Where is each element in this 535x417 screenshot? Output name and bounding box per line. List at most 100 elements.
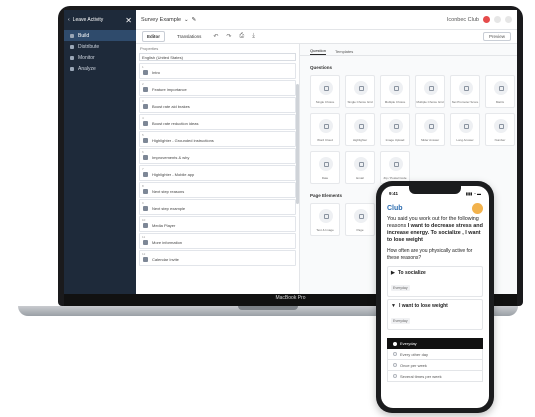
question-type-card[interactable]: Highlighter [345,113,375,146]
outline-question-item[interactable]: 6 Improvements & why [139,148,296,164]
outline-question-item[interactable]: 8 Next step reasons [139,182,296,198]
question-type-card[interactable]: Text & Image [310,203,340,236]
sidebar-item-build[interactable]: Build [64,30,136,41]
outline-question-item[interactable]: 12 Calendar Invite [139,250,296,266]
outline-title: Properties [140,46,159,51]
question-number: 8 [142,184,144,188]
language-select[interactable]: English (United States) [139,53,296,61]
question-type-icon [143,87,148,92]
question-type-card[interactable]: Long Answer [450,113,480,146]
outline-question-item[interactable]: 11 More information [139,233,296,249]
questions-heading: Questions [310,65,333,70]
outline-question-item[interactable]: 1 Intro [139,63,296,79]
question-type-card[interactable]: Net Promoter Score [450,75,480,108]
answer-option[interactable]: Once per week [387,360,483,371]
survey-title[interactable]: Survey Example [141,17,181,23]
download-icon[interactable]: ⤓ [252,33,255,40]
question-type-label: Word Cloud [317,138,333,142]
question-type-label: Email [356,176,364,180]
reason-accordion[interactable]: ▶ To socialize Everyday [387,266,483,297]
question-type-icon [143,206,148,211]
question-type-label: Highlighter [352,138,368,142]
question-type-card[interactable]: Multiple Choice [380,75,410,108]
outline-question-item[interactable]: 2 Feature importance [139,80,296,96]
question-type-card[interactable]: Date [310,151,340,184]
question-type-icon [143,172,148,177]
edit-icon[interactable]: ✎ [192,17,197,23]
signal-icon: ▮▮▮ ◔ ▬ [465,190,481,196]
question-type-card[interactable]: Number [485,113,515,146]
question-number: 6 [142,150,144,154]
question-type-icon [319,157,333,171]
chevron-down-icon[interactable]: ⌄ [184,17,189,23]
question-type-icon [143,240,148,245]
sidebar-item-monitor[interactable]: Monitor [64,52,136,63]
undo-icon[interactable]: ↶ [213,33,218,40]
outline-question-item[interactable]: 10 Media Player [139,216,296,232]
question-label: Boost rate aid brakes [152,104,190,109]
sidebar-item-distribute[interactable]: Distribute [64,41,136,52]
question-type-label: Multiple Choice [384,100,406,104]
question-number: 12 [142,252,146,256]
product-mockup: ‹ Leave Activity ✕ Build Distribute Monito… [0,0,535,417]
question-type-card[interactable]: Zip / Postal Code [380,151,410,184]
question-type-card[interactable]: Word Cloud [310,113,340,146]
question-type-label: Single Choice Grid [347,100,373,104]
question-type-card[interactable]: Multiple Choice Grid [415,75,445,108]
question-type-card[interactable]: Single Choice [310,75,340,108]
question-type-card[interactable]: Single Choice Grid [345,75,375,108]
outline-question-item[interactable]: 4 Boost rate reduction ideas [139,114,296,130]
back-arrow-icon[interactable]: ‹ [68,17,70,23]
question-type-icon [389,81,403,95]
reason-frequency-tag: Everyday [391,285,410,291]
tab-translations[interactable]: Translations [173,32,205,41]
tab-editor[interactable]: Editor [142,31,165,42]
question-number: 3 [142,99,144,103]
print-icon[interactable]: ⎙ [239,33,244,40]
leave-activity-link[interactable]: Leave Activity [73,17,104,23]
question-number: 10 [142,218,146,222]
question-label: Highlighter - Grounded instructions [152,138,214,143]
answer-option[interactable]: Every other day [387,349,483,360]
phone-notch [409,186,461,194]
reason-accordion[interactable]: ▼ I want to lose weight Everyday [387,299,483,330]
settings-icon[interactable] [505,16,512,23]
answer-option[interactable]: Several times per week [387,371,483,382]
question-label: Boost rate reduction ideas [152,121,199,126]
answer-option-label: Everyday [400,341,417,346]
close-icon[interactable]: ✕ [125,16,132,25]
account-name[interactable]: Iconbec Club [447,17,479,23]
question-type-icon [143,138,148,143]
question-type-icon [389,157,403,171]
brand-badge-icon [472,202,483,214]
sidebar-item-analyze[interactable]: Analyze [64,63,136,74]
account-avatar[interactable] [483,16,490,23]
question-type-card[interactable]: Page [345,203,375,236]
preview-button[interactable]: Preview [482,32,511,41]
question-type-icon [319,119,333,133]
question-type-card[interactable]: Slider Answer [415,113,445,146]
question-type-label: Slider Answer [420,138,440,142]
reason-frequency-tag: Everyday [391,318,410,324]
redo-icon[interactable]: ↷ [226,33,231,40]
survey-outline: Properties English (United States) 1 Intr… [136,44,300,294]
question-type-icon [143,70,148,75]
question-type-card[interactable]: Image Upload [380,113,410,146]
outline-question-item[interactable]: 7 Highlighter - Mobile app [139,165,296,181]
outline-question-item[interactable]: 5 Highlighter - Grounded instructions [139,131,296,147]
answer-option[interactable]: Everyday [387,338,483,349]
question-label: Improvements & why [152,155,190,160]
question-type-icon [143,104,148,109]
question-text: How often are you physically active for … [387,248,473,261]
outline-question-item[interactable]: 3 Boost rate aid brakes [139,97,296,113]
question-type-card[interactable]: Email [345,151,375,184]
radio-icon [393,352,397,356]
outline-question-item[interactable]: 9 Next step example [139,199,296,215]
tab-question[interactable]: Question [310,48,327,55]
question-type-grid: Single Choice Single Choice Grid Multiple … [300,75,517,184]
outline-scrollbar[interactable] [296,84,299,204]
app-topbar: Survey Example ⌄ ✎ Iconbec Club [136,10,517,30]
tab-templates[interactable]: Templates [335,49,353,55]
question-type-card[interactable]: Matrix [485,75,515,108]
help-icon[interactable] [494,16,501,23]
